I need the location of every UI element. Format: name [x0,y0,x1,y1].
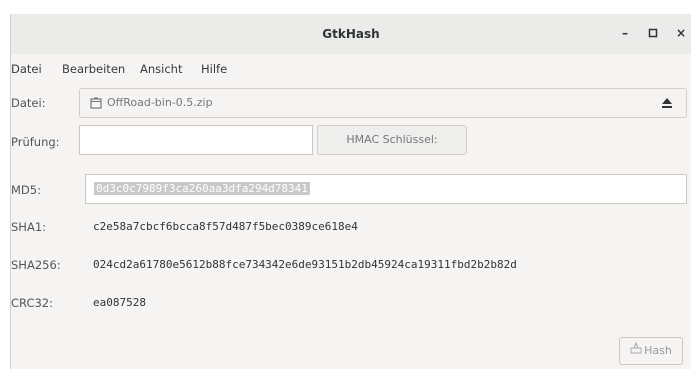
file-label: Datei: [11,96,46,110]
file-icon [90,97,102,112]
sha256-label: SHA256: [11,258,61,272]
minimize-icon[interactable]: – [617,25,633,41]
file-name: OffRoad-bin-0.5.zip [107,96,213,109]
hash-button[interactable]: Hash [619,337,683,365]
menu-bearbeiten[interactable]: Bearbeiten [62,54,125,85]
menu-hilfe[interactable]: Hilfe [201,54,227,85]
md5-label: MD5: [11,183,41,197]
sha256-value[interactable]: 024cd2a61780e5612b88fce734342e6de93151b2… [93,258,687,271]
crc32-value[interactable]: ea087528 [93,296,687,309]
hmac-key-toggle[interactable]: HMAC Schlüssel: [317,125,467,155]
verify-label: Prüfung: [11,135,60,149]
hash-icon [630,338,642,364]
hash-button-label: Hash [644,344,672,357]
md5-value: 0d3c0c7989f3ca260aa3dfa294d78341 [94,182,310,195]
sha1-label: SHA1: [11,220,47,234]
sha1-value[interactable]: c2e58a7cbcf6bcca8f57d487f5bec0389ce618e4 [93,220,687,233]
maximize-icon[interactable] [645,25,661,41]
md5-field[interactable]: 0d3c0c7989f3ca260aa3dfa294d78341 [85,174,687,204]
file-chooser-button[interactable]: OffRoad-bin-0.5.zip [79,88,687,118]
crc32-label: CRC32: [11,296,53,310]
verify-input[interactable] [79,125,313,155]
menu-ansicht[interactable]: Ansicht [140,54,182,85]
window-title: GtkHash [322,27,380,41]
title-bar[interactable]: GtkHash – × [11,14,691,55]
menu-bar: Datei Bearbeiten Ansicht Hilfe [11,54,691,85]
menu-datei[interactable]: Datei [11,54,42,85]
app-window: GtkHash – × Datei Bearbeiten Ansicht Hil… [10,14,691,369]
close-icon[interactable]: × [673,25,689,41]
eject-icon[interactable] [660,96,674,113]
